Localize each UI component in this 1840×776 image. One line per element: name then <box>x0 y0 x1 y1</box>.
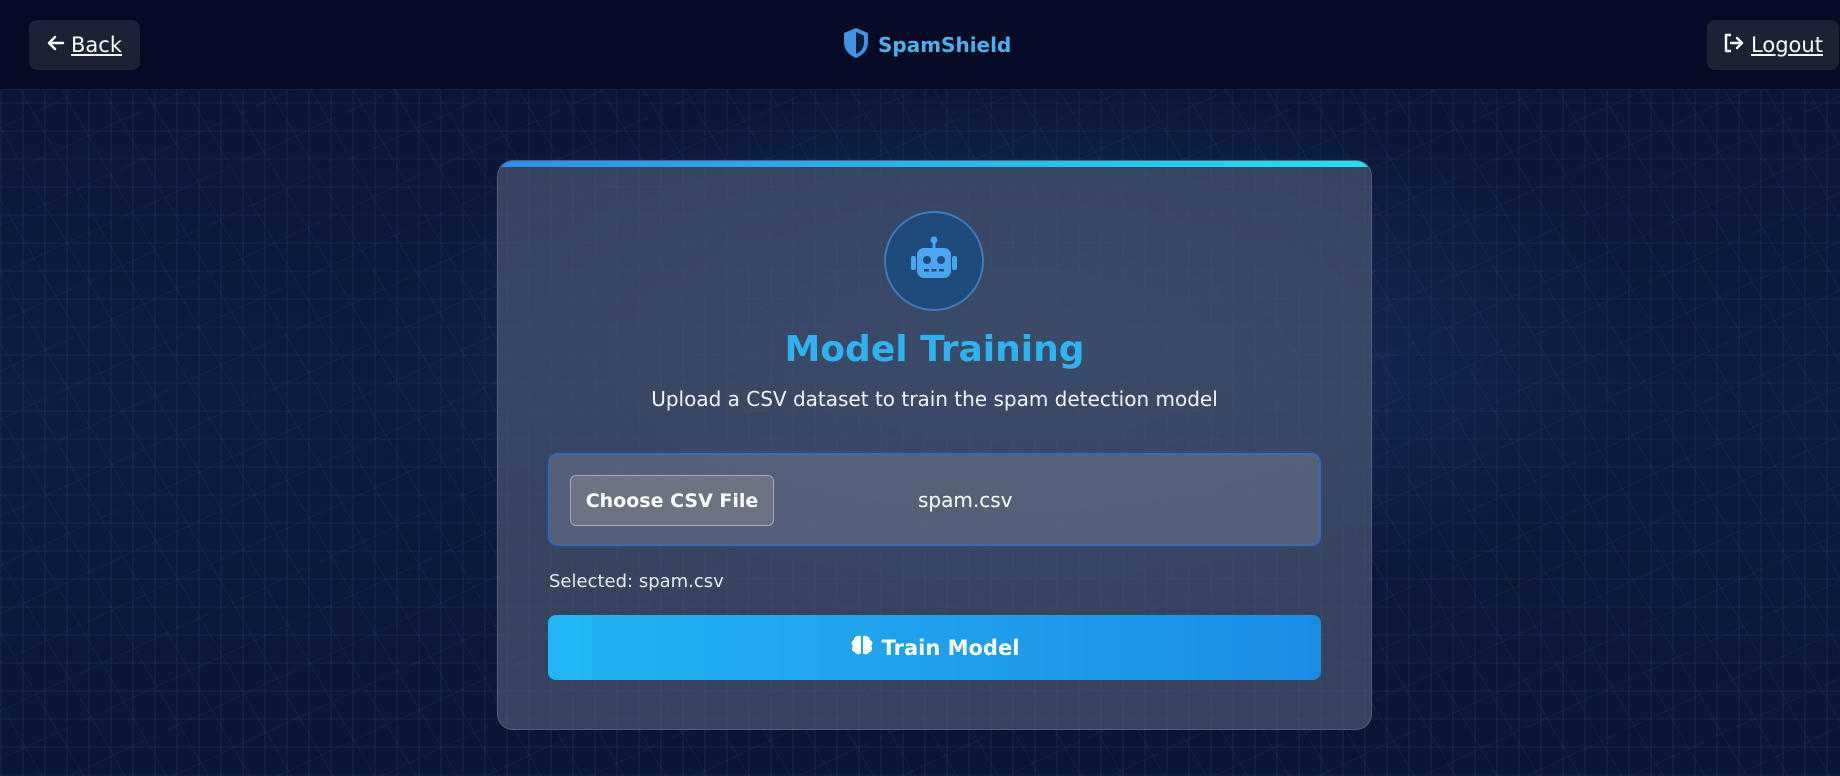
card-accent-bar <box>498 161 1371 167</box>
chosen-file-name: spam.csv <box>918 488 1013 512</box>
sign-out-icon <box>1723 33 1745 58</box>
model-training-card: Model Training Upload a CSV dataset to t… <box>497 160 1372 730</box>
page-subtitle: Upload a CSV dataset to train the spam d… <box>651 387 1218 411</box>
train-model-label: Train Model <box>881 635 1020 660</box>
brand-logo: SpamShield <box>842 28 1011 62</box>
arrow-left-icon <box>47 33 65 57</box>
brand-name: SpamShield <box>878 33 1012 57</box>
page-title: Model Training <box>784 329 1085 370</box>
shield-icon <box>842 27 870 63</box>
csv-file-input[interactable]: Choose CSV File spam.csv <box>548 453 1321 546</box>
robot-icon <box>909 236 959 286</box>
robot-icon-badge <box>884 211 984 311</box>
choose-file-button[interactable]: Choose CSV File <box>570 475 774 526</box>
train-model-button[interactable]: Train Model <box>548 615 1321 680</box>
back-button-label: Back <box>71 33 122 57</box>
selected-file-text: Selected: spam.csv <box>549 571 724 592</box>
logout-button[interactable]: Logout <box>1707 20 1839 70</box>
back-button[interactable]: Back <box>29 20 140 70</box>
brain-icon <box>850 634 874 661</box>
logout-button-label: Logout <box>1751 33 1823 57</box>
top-header: Back SpamShield Logout <box>0 0 1840 90</box>
